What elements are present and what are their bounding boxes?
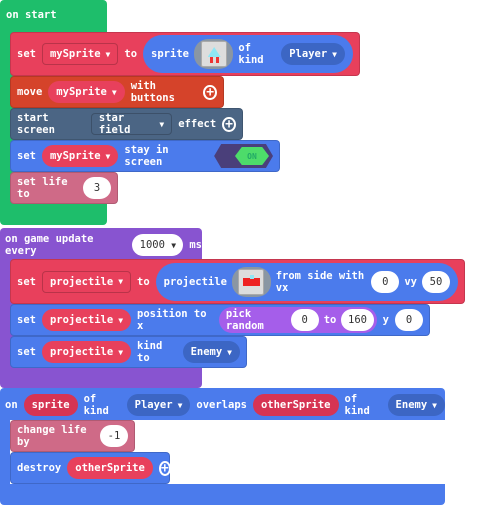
toggle-on-label: ON — [235, 147, 269, 165]
of-kind-label: of kind — [344, 393, 370, 417]
sprite-param[interactable]: sprite — [23, 394, 78, 416]
caret-down-icon: ▼ — [227, 347, 232, 357]
effect-dropdown[interactable]: star field ▼ — [90, 112, 173, 136]
variable-dropdown[interactable]: mySprite ▼ — [48, 81, 125, 103]
effect-label: effect — [178, 118, 217, 130]
destroy-block[interactable]: destroy otherSprite + — [10, 452, 171, 484]
projectile-from-side-block[interactable]: projectile from side with vx 0 vy 50 — [155, 262, 458, 301]
y-label: y — [382, 314, 389, 326]
caret-down-icon: ▼ — [332, 49, 337, 59]
to-label: to — [124, 48, 138, 60]
with-buttons-label: with buttons — [130, 80, 175, 104]
random-max-input[interactable]: 160 — [341, 309, 374, 331]
from-side-label: from side with vx — [275, 269, 365, 294]
to-label: to — [137, 275, 150, 288]
other-sprite-param[interactable]: otherSprite — [252, 394, 339, 416]
change-life-block[interactable]: change life by -1 — [10, 420, 135, 452]
stay-in-screen-label: stay in screen — [124, 144, 169, 168]
sprite-label: sprite — [151, 48, 189, 60]
set-label: set — [17, 275, 36, 288]
overlaps-label: overlaps — [196, 399, 247, 411]
variable-dropdown[interactable]: projectile ▼ — [41, 270, 132, 293]
kind-dropdown[interactable]: Enemy ▼ — [182, 341, 240, 363]
vy-label: vy — [404, 275, 417, 288]
caret-down-icon: ▼ — [432, 400, 437, 410]
toggle-switch[interactable]: ON — [214, 144, 273, 168]
spaceship-image-icon — [200, 41, 227, 67]
projectile-label: projectile — [163, 275, 227, 288]
start-screen-label: start screen — [17, 112, 55, 136]
kind-dropdown[interactable]: Player ▼ — [126, 394, 191, 416]
set-label: set — [17, 346, 36, 358]
caret-down-icon: ▼ — [111, 87, 117, 97]
of-kind-label: of kind — [238, 42, 264, 66]
life-value-input[interactable]: 3 — [83, 177, 111, 199]
life-change-input[interactable]: -1 — [100, 425, 128, 447]
pick-random-label: pick random — [225, 308, 264, 332]
projectile-image-picker[interactable] — [231, 266, 271, 297]
vy-input[interactable]: 50 — [422, 270, 450, 293]
set-label: set — [17, 150, 36, 162]
kind-to-label: kind to — [137, 340, 163, 364]
sprite-image-picker[interactable] — [193, 39, 234, 69]
of-kind-label: of kind — [83, 393, 109, 417]
interval-dropdown[interactable]: 1000 ▼ — [132, 234, 184, 256]
ms-label: ms — [189, 239, 202, 251]
caret-down-icon: ▼ — [105, 151, 111, 161]
stay-in-screen-block[interactable]: set mySprite ▼ stay in screen ON — [10, 140, 280, 172]
variable-dropdown[interactable]: projectile ▼ — [41, 341, 132, 363]
kind-dropdown[interactable]: Player ▼ — [281, 43, 345, 65]
variable-dropdown[interactable]: projectile ▼ — [41, 309, 132, 331]
kind-dropdown[interactable]: Enemy ▼ — [387, 394, 445, 416]
change-life-label: change life by — [17, 424, 87, 448]
caret-down-icon: ▼ — [159, 119, 165, 129]
set-life-label: set life to — [17, 176, 68, 200]
on-game-update-label: on game update every — [5, 233, 94, 257]
caret-down-icon: ▼ — [105, 49, 111, 59]
sprite-of-kind-block[interactable]: sprite of kind Player ▼ — [143, 35, 353, 73]
caret-down-icon: ▼ — [177, 400, 183, 410]
vx-input[interactable]: 0 — [371, 270, 400, 293]
set-label: set — [17, 314, 36, 326]
set-sprite-block[interactable]: set mySprite ▼ to sprite of kind Player ▼ — [10, 32, 360, 76]
random-min-input[interactable]: 0 — [290, 309, 319, 331]
caret-down-icon: ▼ — [118, 315, 124, 325]
move-with-buttons-block[interactable]: move mySprite ▼ with buttons + — [10, 76, 224, 108]
destroy-label: destroy — [17, 462, 62, 474]
variable-dropdown[interactable]: mySprite ▼ — [41, 145, 119, 167]
variable-dropdown[interactable]: otherSprite — [67, 457, 153, 479]
on-start-label: on start — [6, 9, 57, 21]
caret-down-icon: ▼ — [118, 347, 124, 357]
variable-dropdown[interactable]: mySprite ▼ — [41, 43, 119, 65]
set-projectile-block[interactable]: set projectile ▼ to projectile from side … — [10, 259, 465, 304]
pick-random-block[interactable]: pick random 0 to 160 — [218, 307, 377, 333]
y-input[interactable]: 0 — [395, 309, 423, 331]
enemy-ship-image-icon — [238, 268, 265, 295]
on-label: on — [5, 399, 18, 411]
caret-down-icon: ▼ — [171, 240, 177, 250]
position-label: position to x — [137, 308, 207, 332]
move-label: move — [17, 86, 43, 98]
plus-icon[interactable]: + — [158, 460, 171, 476]
caret-down-icon: ▼ — [118, 277, 124, 286]
to-label: to — [323, 314, 337, 326]
set-position-block[interactable]: set projectile ▼ position to x pick rando… — [10, 304, 430, 336]
start-screen-effect-block[interactable]: start screen star field ▼ effect + — [10, 108, 243, 140]
plus-icon[interactable]: + — [203, 84, 217, 100]
set-label: set — [17, 48, 36, 60]
plus-icon[interactable]: + — [222, 116, 237, 132]
set-kind-block[interactable]: set projectile ▼ kind to Enemy ▼ — [10, 336, 247, 368]
set-life-block[interactable]: set life to 3 — [10, 172, 118, 204]
